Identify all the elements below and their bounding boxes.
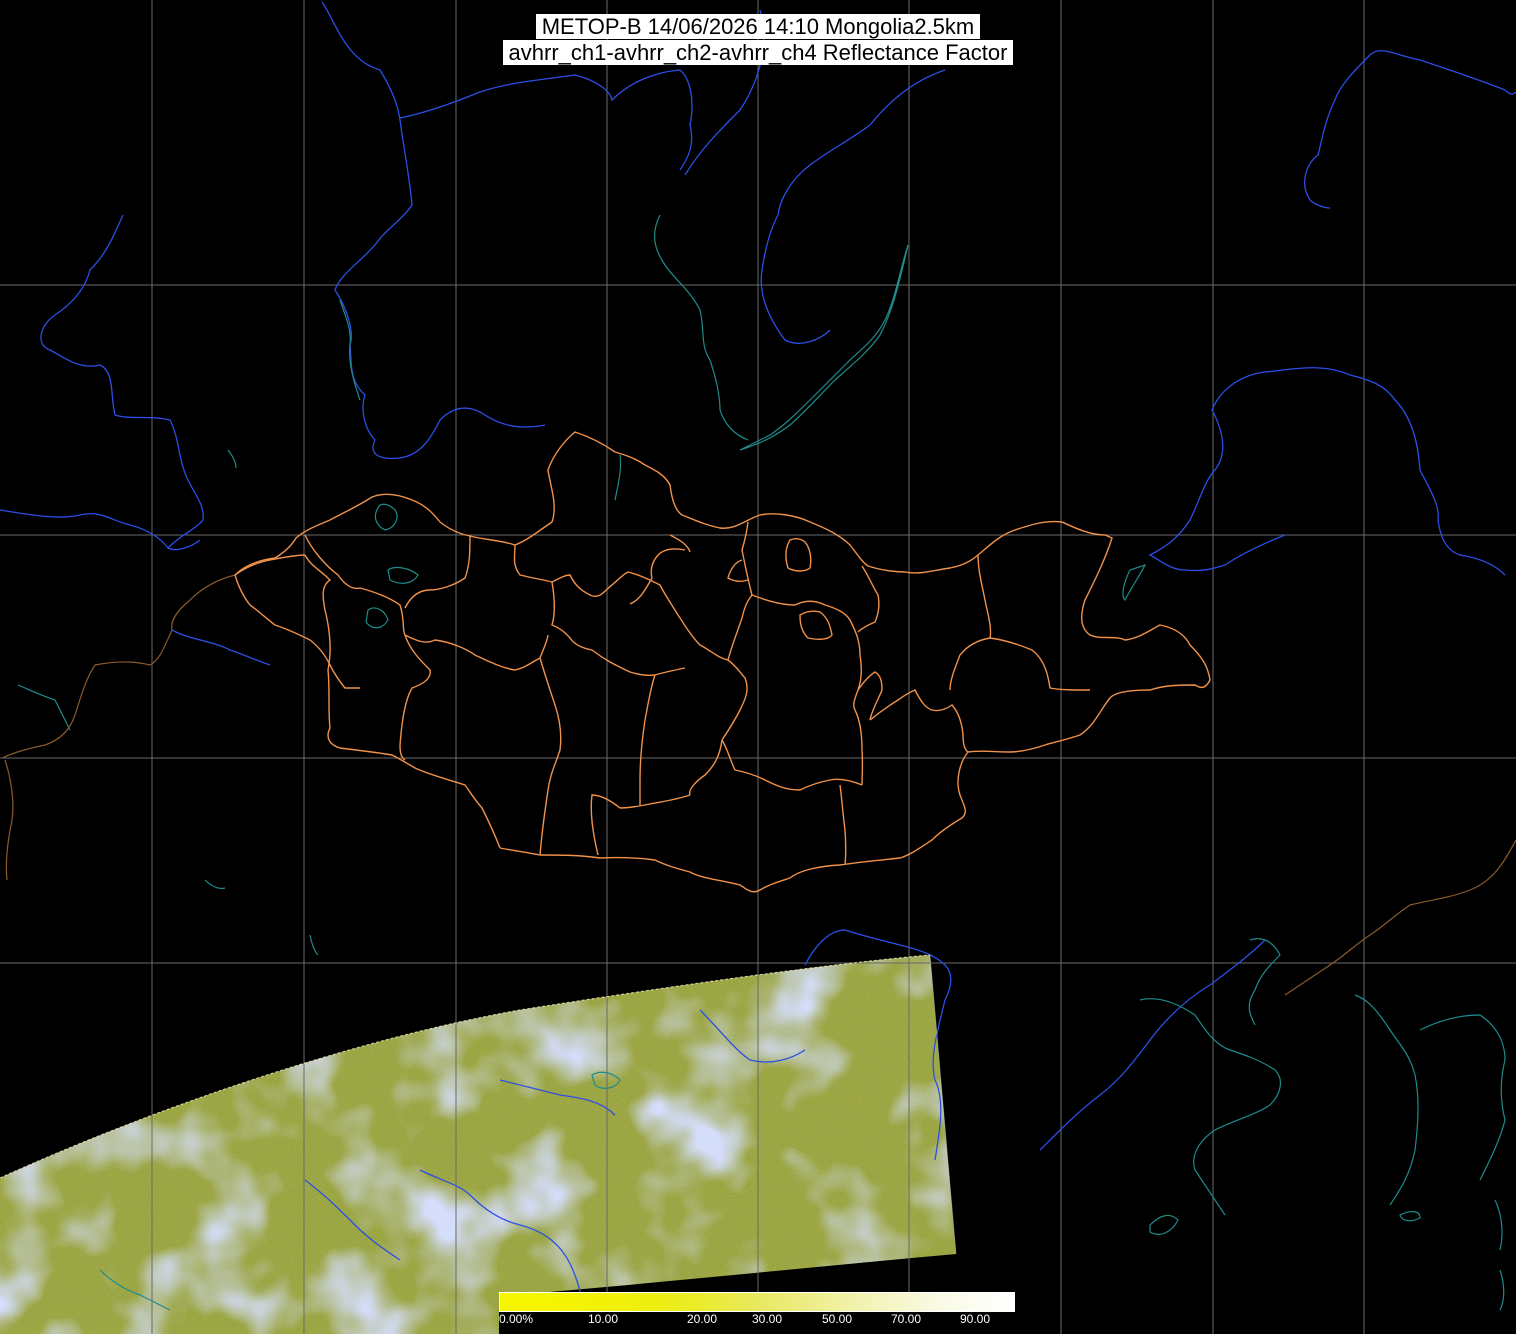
- colorbar-label-0: 0.00%: [499, 1312, 534, 1326]
- colorbar-label-70: 70.00: [891, 1312, 922, 1326]
- colorbar-label-90: 90.00: [960, 1312, 991, 1326]
- colorbar-label-50: 50.00: [822, 1312, 853, 1326]
- colorbar: 0.00% 10.00 20.00 30.00 50.00 70.00 90.0…: [499, 1292, 1015, 1334]
- colorbar-label-30: 30.00: [752, 1312, 783, 1326]
- satellite-map: [0, 0, 1516, 1334]
- colorbar-gradient: [499, 1292, 1015, 1312]
- colorbar-label-20: 20.00: [687, 1312, 718, 1326]
- colorbar-label-10: 10.00: [588, 1312, 619, 1326]
